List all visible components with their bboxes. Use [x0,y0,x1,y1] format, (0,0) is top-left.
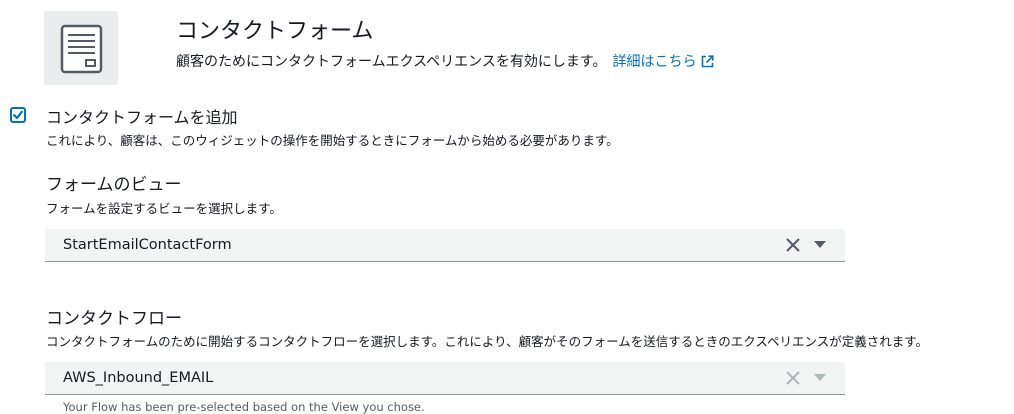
add-contact-form-label[interactable]: コンタクトフォームを追加 [46,108,238,128]
form-view-selected-value: StartEmailContactForm [63,237,232,253]
page-description: 顧客のためにコンタクトフォームエクスペリエンスを有効にします。 詳細はこちら [176,53,714,73]
clear-icon[interactable] [785,370,801,386]
contact-flow-description: コンタクトフォームのために開始するコンタクトフローを選択します。これにより、顧客… [46,334,929,349]
caret-down-icon[interactable] [814,374,826,382]
external-link-icon [701,55,714,73]
add-contact-form-description: これにより、顧客は、このウィジェットの操作を開始するときにフォームから始める必要… [46,133,619,148]
form-document-icon [44,11,118,85]
form-view-description: フォームを設定するビューを選択します。 [46,201,282,216]
learn-more-link-label: 詳細はこちら [612,54,697,70]
checkmark-icon [13,110,23,120]
page-title: コンタクトフォーム [176,19,374,44]
form-view-select[interactable]: StartEmailContactForm [45,229,845,262]
learn-more-link[interactable]: 詳細はこちら [613,54,714,70]
contact-flow-hint: Your Flow has been pre-selected based on… [63,400,425,414]
contact-flow-label: コンタクトフロー [46,309,182,329]
form-view-label: フォームのビュー [46,175,182,195]
contact-flow-select[interactable]: AWS_Inbound_EMAIL [45,362,845,395]
caret-down-icon[interactable] [814,241,826,249]
clear-icon[interactable] [785,237,801,253]
page-description-text: 顧客のためにコンタクトフォームエクスペリエンスを有効にします。 [176,54,607,70]
contact-flow-selected-value: AWS_Inbound_EMAIL [63,370,214,386]
add-contact-form-checkbox[interactable] [10,107,26,123]
